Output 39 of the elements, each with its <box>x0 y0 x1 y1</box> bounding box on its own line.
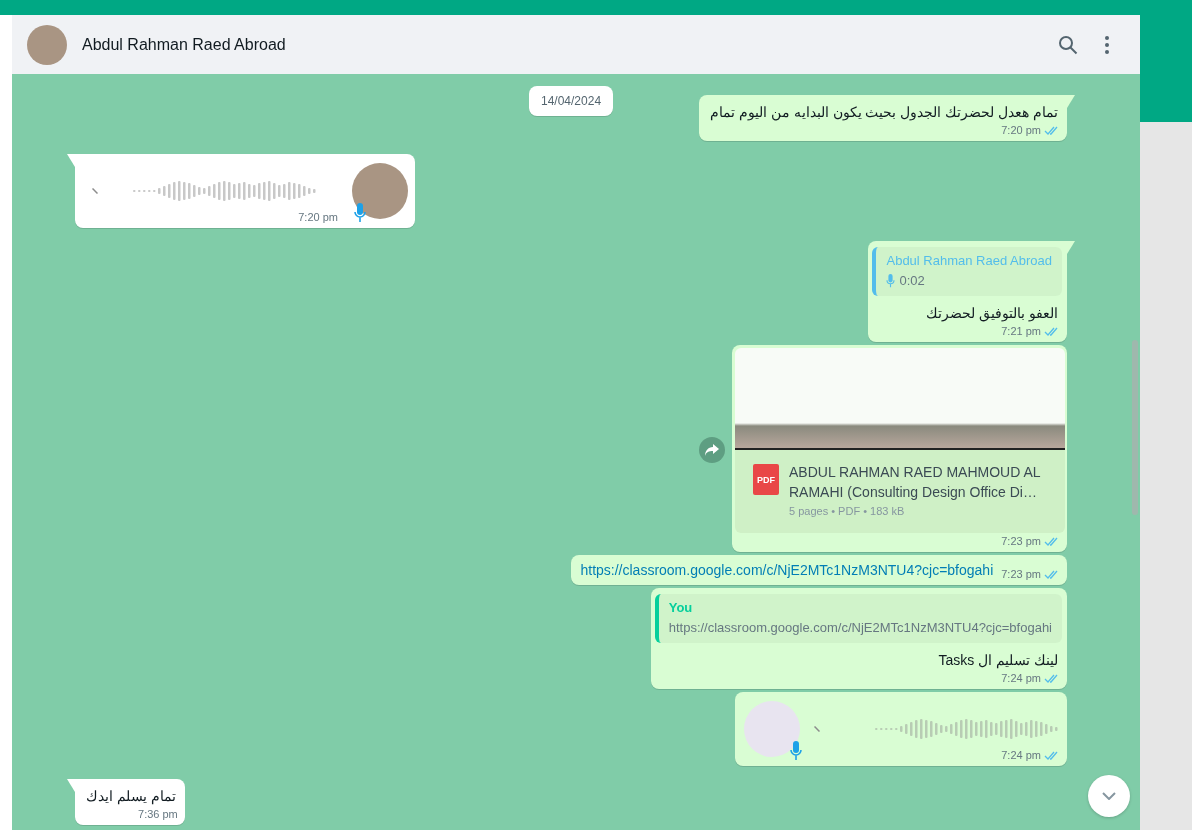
message-time: 7:23 pm <box>1001 568 1041 580</box>
sender-avatar <box>352 163 408 219</box>
menu-icon <box>1105 35 1109 54</box>
voice-duration: 0:02 <box>899 273 925 288</box>
message-text: لينك تسليم ال Tasks <box>937 651 1059 670</box>
message-link[interactable]: https://classroom.google.com/c/NjE2MTc1NzM3NTU4?cjc=bfogahi <box>580 561 994 580</box>
message-time: 7:21 pm <box>1001 325 1041 337</box>
document-preview-placeholder[interactable] <box>735 348 1065 450</box>
quoted-message[interactable]: Abdul Rahman Raed Abroad 0:02 <box>872 247 1062 296</box>
microphone-icon <box>886 273 896 288</box>
search-icon <box>1058 34 1078 55</box>
date-chip: 14/04/2024 <box>529 86 614 116</box>
microphone-icon <box>790 741 802 761</box>
quote-text: https://classroom.google.com/c/NjE2MTc1NzM3NTU4?cjc=bfogahi <box>668 620 1052 635</box>
chevron-down-icon <box>1102 792 1116 800</box>
spinner-icon <box>814 726 820 732</box>
message-text: العفو بالتوفيق لحضرتك <box>925 304 1059 323</box>
file-details: 5 pages • PDF • 183 kB <box>789 505 906 517</box>
forward-arrow-icon <box>705 444 719 456</box>
scrollbar-thumb[interactable] <box>1132 340 1138 515</box>
microphone-icon <box>354 203 366 223</box>
quoted-message[interactable]: You https://classroom.google.com/c/NjE2MTc1NzM3NTU4?cjc=bfogahi <box>654 594 1062 643</box>
message-text: تمام يسلم ايدك <box>85 787 177 806</box>
quote-author: You <box>668 600 694 615</box>
logo-avatar <box>744 701 800 757</box>
pdf-file-icon: PDF <box>753 464 779 495</box>
document-card[interactable]: PDF ABDUL RAHMAN RAED MAHMOUD AL RAMAHI (Consulting Design Office Di… 5 pages • PDF • 183 kB <box>735 450 1065 533</box>
file-name: ABDUL RAHMAN RAED MAHMOUD AL RAMAHI (Consulting Design Office Di… <box>789 463 1041 502</box>
quote-author: Abdul Rahman Raed Abroad <box>886 253 1052 268</box>
forward-button[interactable] <box>699 437 725 463</box>
spinner-icon <box>92 188 98 194</box>
contact-avatar[interactable] <box>27 24 67 65</box>
message-time: 7:24 pm <box>1001 672 1041 684</box>
message-time: 7:24 pm <box>1001 749 1041 761</box>
message-time: 7:36 pm <box>138 808 178 820</box>
message-text: تمام هعدل لحضرتك الجدول بحيث يكون البدايه من اليوم تمام <box>709 103 1059 122</box>
message-time: 7:20 pm <box>298 211 338 223</box>
message-time: 7:23 pm <box>1001 535 1041 547</box>
message-time: 7:20 pm <box>1001 124 1041 136</box>
